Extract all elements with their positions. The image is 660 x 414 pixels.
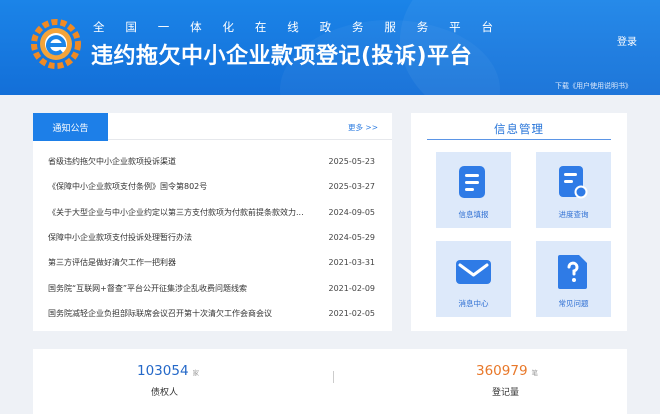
news-title[interactable]: 第三方评估是做好清欠工作一把利器	[48, 257, 176, 268]
news-date: 2021-02-05	[328, 308, 376, 318]
news-item[interactable]: 《保障中小企业款项支付条例》国令第802号 2025-03-27	[33, 174, 392, 199]
news-item[interactable]: 第三方评估是做好清欠工作一把利器 2021-03-31	[33, 250, 392, 275]
creditor-label: 债权人	[151, 388, 179, 398]
news-item[interactable]: 《关于大型企业与中小企业约定以第三方支付款项为付款前提条款效力... 2024-0…	[33, 200, 392, 225]
subtitle-char: 体	[190, 20, 202, 34]
subtitle-char: 台	[481, 20, 494, 34]
news-item[interactable]: 国务院“互联网+督查”平台公开征集涉企乱收费问题线索 2021-02-09	[33, 275, 392, 300]
info-panel-title: 信息管理	[494, 122, 544, 136]
subtitle-char: 服	[384, 20, 396, 34]
subtitle-char: 全	[93, 20, 105, 34]
registration-unit: 笔	[531, 369, 539, 377]
faq-button[interactable]: 常见问题	[536, 241, 611, 317]
subtitle-char: 平	[449, 20, 461, 34]
title-divider	[427, 139, 611, 140]
tile-label: 常见问题	[558, 299, 589, 308]
creditor-unit: 家	[192, 369, 200, 377]
faq-document-icon	[558, 255, 587, 289]
info-management-panel: 信息管理 信息填报 进度查询 消息中心 常见问题	[411, 113, 627, 331]
registration-count: 360979 笔	[476, 363, 539, 379]
subtitle-char: 在	[254, 20, 267, 34]
news-title[interactable]: 保障中小企业款项支付投诉处理暂行办法	[48, 232, 192, 243]
subtitle-char: 一	[157, 20, 170, 34]
news-title[interactable]: 《保障中小企业款项支付条例》国令第802号	[48, 181, 207, 192]
creditor-count: 103054 家	[137, 363, 200, 379]
subtitle-char: 务	[416, 20, 429, 34]
subtitle-char: 线	[287, 20, 299, 34]
notice-panel: 通知公告 更多 >> 省级违约拖欠中小企业款项投诉渠道 2025-05-23 《保障…	[33, 113, 392, 331]
message-center-button[interactable]: 消息中心	[436, 241, 511, 317]
progress-query-button[interactable]: 进度查询	[536, 152, 611, 228]
subtitle-char: 务	[352, 20, 364, 34]
tile-label: 消息中心	[458, 299, 489, 308]
form-fill-icon	[459, 166, 485, 198]
platform-subtitle: 全国一体化在线政务服务平台	[93, 19, 493, 35]
login-link[interactable]: 登录	[617, 33, 637, 48]
info-fill-button[interactable]: 信息填报	[436, 152, 511, 228]
news-date: 2024-05-29	[328, 233, 376, 243]
mail-icon	[456, 260, 491, 284]
news-list: 省级违约拖欠中小企业款项投诉渠道 2025-05-23 《保障中小企业款项支付条例》…	[33, 149, 392, 326]
news-date: 2025-05-23	[328, 157, 376, 167]
header-banner: 全 国 一 体 化 在 线 政 务 服 务 平 台 违约拖欠中小企业款项登记(投诉)平台 登录 下载《用…	[0, 0, 660, 95]
more-link[interactable]: 更多 >>	[348, 122, 378, 133]
news-title[interactable]: 国务院减轻企业负担部际联席会议召开第十次清欠工作会商会议	[48, 308, 272, 319]
platform-logo-icon	[31, 19, 81, 69]
stats-bar: 103054 家 债权人 360979 笔 登记量	[33, 349, 627, 414]
platform-title: 违约拖欠中小企业款项登记(投诉)平台	[91, 44, 473, 69]
tile-label: 进度查询	[558, 210, 589, 219]
news-title[interactable]: 《关于大型企业与中小企业约定以第三方支付款项为付款前提条款效力...	[48, 207, 304, 218]
progress-query-icon	[559, 166, 588, 199]
news-date: 2021-02-09	[328, 283, 376, 293]
registration-label: 登记量	[492, 388, 520, 398]
news-item[interactable]: 国务院减轻企业负担部际联席会议召开第十次清欠工作会商会议 2021-02-05	[33, 301, 392, 326]
tab-notice[interactable]: 通知公告	[33, 113, 108, 141]
news-title[interactable]: 国务院“互联网+督查”平台公开征集涉企乱收费问题线索	[48, 283, 247, 294]
news-item[interactable]: 保障中小企业款项支付投诉处理暂行办法 2024-05-29	[33, 225, 392, 250]
news-item[interactable]: 省级违约拖欠中小企业款项投诉渠道 2025-05-23	[33, 149, 392, 174]
news-date: 2021-03-31	[328, 258, 376, 268]
subtitle-char: 国	[125, 20, 137, 34]
tile-label: 信息填报	[458, 210, 489, 219]
subtitle-char: 化	[222, 20, 235, 34]
news-date: 2025-03-27	[328, 182, 376, 192]
news-date: 2024-09-05	[328, 207, 376, 217]
news-title[interactable]: 省级违约拖欠中小企业款项投诉渠道	[48, 156, 176, 167]
download-manual-link[interactable]: 下载《用户使用说明书》	[555, 81, 632, 91]
stats-divider	[333, 371, 334, 383]
subtitle-char: 政	[319, 20, 332, 34]
notice-header: 通知公告 更多 >>	[33, 113, 392, 141]
